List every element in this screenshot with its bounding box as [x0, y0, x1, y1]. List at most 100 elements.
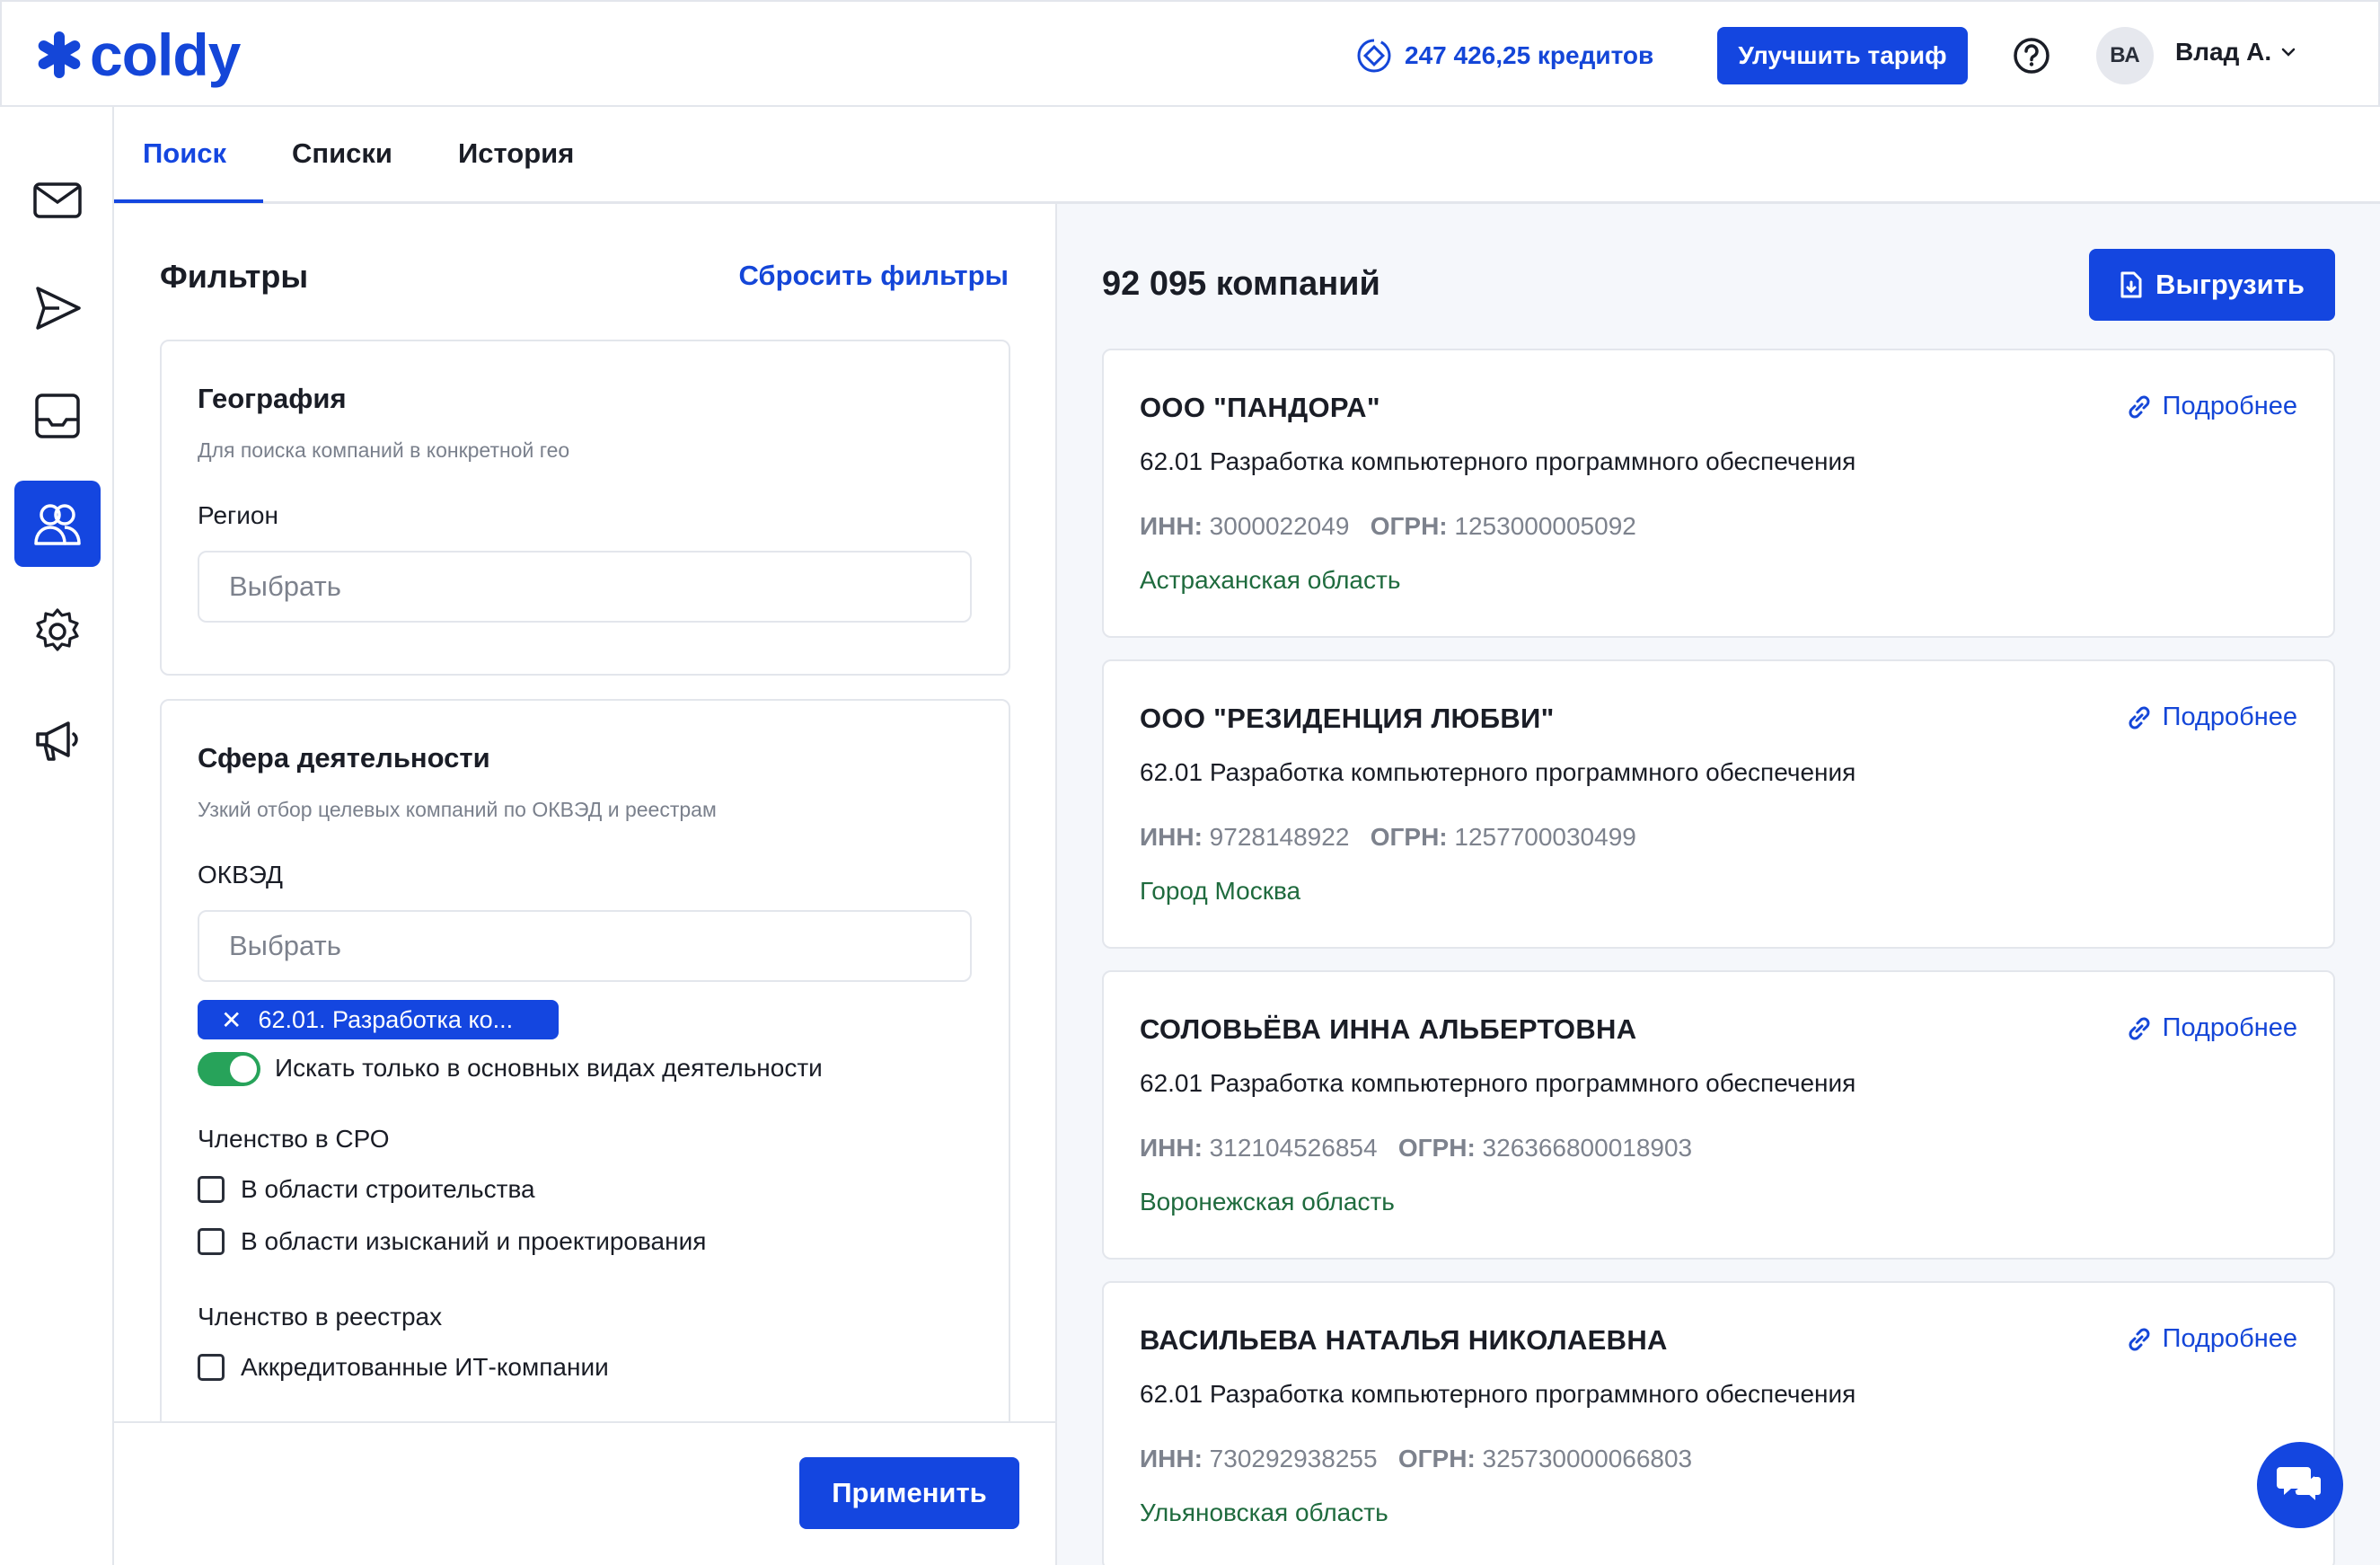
company-name: ВАСИЛЬЕВА НАТАЛЬЯ НИКОЛАЕВНА [1140, 1324, 1668, 1356]
company-okved: 62.01 Разработка компьютерного программн… [1140, 1069, 1856, 1097]
reset-filters-link[interactable]: Сбросить фильтры [738, 260, 1009, 292]
registry-label: Членство в реестрах [198, 1303, 443, 1331]
avatar[interactable]: ВА [2096, 27, 2154, 84]
details-label: Подробнее [2162, 392, 2297, 420]
sro-option-design[interactable]: В области изысканий и проектирования [198, 1227, 706, 1256]
credits-balance[interactable]: 247 426,25 кредитов [1356, 36, 1653, 75]
file-export-icon [2120, 271, 2142, 298]
logo[interactable]: coldy [34, 22, 241, 88]
main-activity-toggle[interactable] [198, 1052, 260, 1086]
geography-title: География [198, 383, 347, 414]
company-card[interactable]: СОЛОВЬЁВА ИННА АЛЬБЕРТОВНА Подробнее 62.… [1102, 970, 2335, 1260]
company-name: ООО "РЕЗИДЕНЦИЯ ЛЮБВИ" [1140, 703, 1555, 734]
main-tabs: Поиск Списки История [114, 107, 2380, 204]
sro-option-label: В области изысканий и проектирования [241, 1227, 707, 1255]
link-icon [2129, 1328, 2150, 1350]
active-tab-indicator [114, 199, 263, 203]
user-menu[interactable]: Влад А. [2175, 38, 2296, 66]
chat-icon [2277, 1467, 2323, 1505]
details-link[interactable]: Подробнее [2125, 703, 2297, 732]
upgrade-plan-button[interactable]: Улучшить тариф [1717, 27, 1968, 84]
company-ids: ИНН: 9728148922 ОГРН: 1257700030499 [1140, 823, 1636, 851]
details-link[interactable]: Подробнее [2125, 392, 2297, 421]
top-bar: coldy 247 426,25 кредитов Улучшить тариф… [0, 0, 2380, 107]
company-card[interactable]: ВАСИЛЬЕВА НАТАЛЬЯ НИКОЛАЕВНА Подробнее 6… [1102, 1281, 2335, 1565]
company-region: Город Москва [1140, 877, 1301, 905]
credits-text: 247 426,25 кредитов [1405, 41, 1654, 69]
company-card[interactable]: ООО "РЕЗИДЕНЦИЯ ЛЮБВИ" Подробнее 62.01 Р… [1102, 659, 2335, 949]
details-label: Подробнее [2162, 1013, 2297, 1042]
company-region: Ульяновская область [1140, 1499, 1388, 1526]
checkbox[interactable] [198, 1354, 225, 1381]
apply-button[interactable]: Применить [799, 1457, 1019, 1529]
rail-item-inbox[interactable] [14, 373, 101, 459]
okved-chip-label: 62.01. Разработка ко... [258, 1005, 514, 1033]
details-label: Подробнее [2162, 703, 2297, 731]
okved-select[interactable]: Выбрать [198, 910, 972, 982]
rail-item-campaigns[interactable] [14, 696, 101, 782]
link-icon [2129, 395, 2150, 418]
help-icon[interactable] [2012, 36, 2051, 75]
sro-label: Членство в СРО [198, 1125, 390, 1153]
chevron-down-icon [2281, 48, 2296, 57]
rail-item-settings[interactable] [14, 588, 101, 675]
geography-card: География Для поиска компаний в конкретн… [160, 340, 1010, 676]
gear-icon [36, 608, 79, 651]
company-okved: 62.01 Разработка компьютерного программн… [1140, 1380, 1856, 1408]
asterisk-logo-icon [38, 31, 81, 78]
company-name: СОЛОВЬЁВА ИННА АЛЬБЕРТОВНА [1140, 1013, 1637, 1045]
megaphone-icon [36, 721, 78, 761]
tab-search[interactable]: Поиск [143, 137, 226, 170]
tab-lists[interactable]: Списки [292, 137, 392, 170]
inbox-icon [35, 393, 80, 438]
results-count: 92 095 компаний [1102, 265, 1380, 303]
okved-label: ОКВЭД [198, 861, 283, 889]
link-icon [2129, 1017, 2150, 1039]
tab-history[interactable]: История [458, 137, 574, 170]
company-name: ООО "ПАНДОРА" [1140, 392, 1380, 423]
company-okved: 62.01 Разработка компьютерного программн… [1140, 447, 1856, 475]
registry-option-label: Аккредитованные ИТ-компании [241, 1353, 609, 1381]
region-label: Регион [198, 501, 278, 529]
rail-item-send[interactable] [14, 265, 101, 351]
credits-icon [1357, 39, 1391, 73]
geography-subtitle: Для поиска компаний в конкретной гео [198, 438, 570, 462]
sro-option-construction[interactable]: В области строительства [198, 1175, 535, 1204]
rail-item-mail[interactable] [14, 157, 101, 243]
filters-title: Фильтры [160, 258, 309, 295]
activity-subtitle: Узкий отбор целевых компаний по ОКВЭД и … [198, 798, 717, 821]
details-link[interactable]: Подробнее [2125, 1013, 2297, 1043]
users-icon [34, 504, 81, 545]
company-ids: ИНН: 3000022049 ОГРН: 1253000005092 [1140, 512, 1636, 540]
company-region: Воронежская область [1140, 1188, 1395, 1216]
company-ids: ИНН: 730292938255 ОГРН: 325730000066803 [1140, 1445, 1693, 1472]
details-link[interactable]: Подробнее [2125, 1324, 2297, 1354]
chat-button[interactable] [2257, 1442, 2343, 1528]
region-select[interactable]: Выбрать [198, 551, 972, 623]
mail-icon [33, 182, 82, 218]
company-card[interactable]: ООО "ПАНДОРА" Подробнее 62.01 Разработка… [1102, 349, 2335, 638]
company-region: Астраханская область [1140, 566, 1401, 594]
main-activity-toggle-label: Искать только в основных видах деятельно… [275, 1054, 823, 1082]
export-button[interactable]: Выгрузить [2089, 249, 2335, 321]
details-label: Подробнее [2162, 1324, 2297, 1353]
company-okved: 62.01 Разработка компьютерного программн… [1140, 758, 1856, 786]
company-ids: ИНН: 312104526854 ОГРН: 326366800018903 [1140, 1134, 1693, 1162]
link-icon [2129, 706, 2150, 729]
remove-chip-icon[interactable]: ✕ [221, 1005, 242, 1035]
filters-panel: Фильтры Сбросить фильтры География Для п… [114, 204, 1057, 1565]
rail-item-companies[interactable] [14, 481, 101, 567]
activity-title: Сфера деятельности [198, 742, 490, 774]
okved-chip[interactable]: ✕ 62.01. Разработка ко... [198, 1000, 559, 1039]
export-label: Выгрузить [2155, 269, 2305, 300]
registry-option-it[interactable]: Аккредитованные ИТ-компании [198, 1353, 609, 1382]
send-icon [36, 287, 81, 330]
user-name: Влад А. [2175, 38, 2272, 66]
filters-footer: Применить [114, 1421, 1055, 1565]
checkbox[interactable] [198, 1228, 225, 1255]
sro-option-label: В области строительства [241, 1175, 535, 1203]
left-rail [0, 107, 114, 1565]
logo-text: coldy [90, 22, 241, 88]
checkbox[interactable] [198, 1176, 225, 1203]
results-panel: 92 095 компаний Выгрузить ООО "ПАНДОРА" … [1057, 204, 2380, 1565]
